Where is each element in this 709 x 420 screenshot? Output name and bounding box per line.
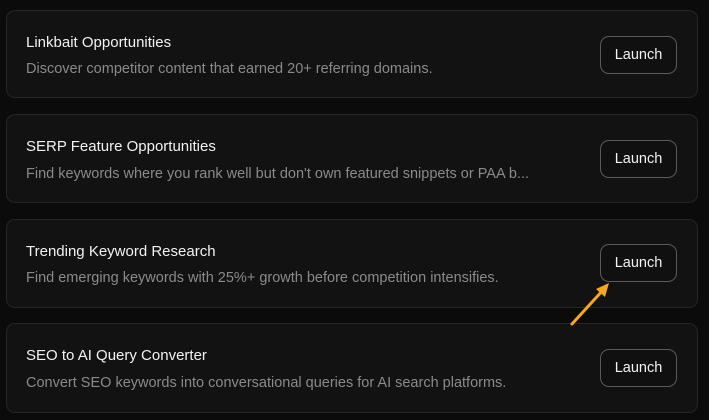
card-serp-feature-opportunities: SERP Feature Opportunities Find keywords… <box>6 114 698 203</box>
arrow-pointer-icon <box>570 283 609 326</box>
card-linkbait-opportunities: Linkbait Opportunities Discover competit… <box>6 10 698 98</box>
card-description: Find keywords where you rank well but do… <box>26 166 530 182</box>
card-title: SERP Feature Opportunities <box>26 138 216 155</box>
card-description: Convert SEO keywords into conversational… <box>26 375 507 391</box>
launch-button-linkbait-opportunities[interactable]: Launch <box>600 36 677 74</box>
card-description: Find emerging keywords with 25%+ growth … <box>26 270 499 286</box>
tool-list: Linkbait Opportunities Discover competit… <box>0 0 709 420</box>
launch-button-trending-keyword-research[interactable]: Launch <box>600 244 677 282</box>
launch-button-serp-feature-opportunities[interactable]: Launch <box>600 140 677 178</box>
card-title: Linkbait Opportunities <box>26 34 172 51</box>
launch-button-seo-to-ai-query-converter[interactable]: Launch <box>600 349 677 387</box>
card-title: Trending Keyword Research <box>26 243 216 260</box>
card-seo-to-ai-query-converter: SEO to AI Query Converter Convert SEO ke… <box>6 323 698 413</box>
card-description: Discover competitor content that earned … <box>26 61 433 77</box>
card-title: SEO to AI Query Converter <box>26 347 207 364</box>
